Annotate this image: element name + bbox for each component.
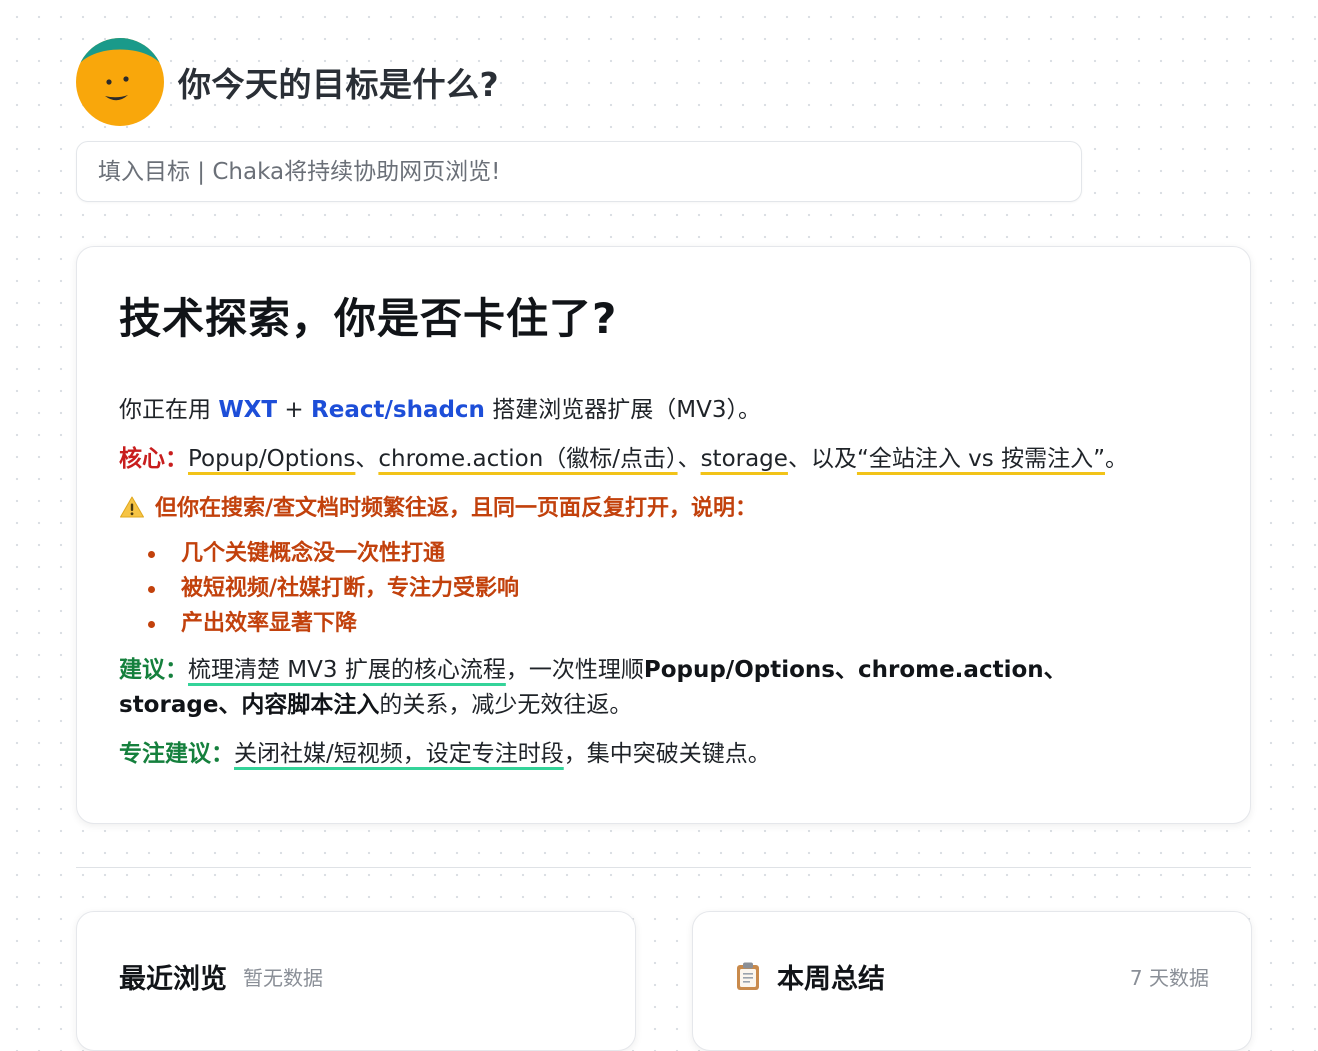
- warning-triangle-icon: [119, 495, 145, 519]
- clipboard-icon: [735, 961, 761, 991]
- core-item-popup-options: Popup/Options: [188, 446, 356, 472]
- section-divider: [76, 867, 1251, 868]
- core-item-injection: “全站注入 vs 按需注入”: [856, 446, 1105, 472]
- keyword-react-shadcn: React/shadcn: [311, 397, 485, 423]
- intro-text: 你正在用 WXT + React/shadcn 搭建浏览器扩展（MV3）。: [119, 393, 1208, 428]
- warning-message: 但你在搜索/查文档时频繁往返，且同一页面反复打开，说明：: [155, 496, 758, 521]
- list-item: 产出效率显著下降: [119, 606, 1208, 641]
- keyword-wxt: WXT: [218, 397, 278, 423]
- page-title: 你今天的目标是什么?: [178, 65, 500, 104]
- core-text: 核心：Popup/Options、chrome.action（徽标/点击）、st…: [119, 442, 1208, 477]
- focus-highlight: 关闭社媒/短视频，设定专注时段: [234, 741, 564, 767]
- smiley-avatar-icon[interactable]: [76, 38, 164, 126]
- list-item: 几个关键概念没一次性打通: [119, 536, 1208, 571]
- weekly-title: 本周总结: [777, 963, 885, 995]
- suggestion-highlight: 梳理清楚 MV3 扩展的核心流程: [188, 657, 506, 683]
- recent-header: 最近浏览 暂无数据: [119, 956, 593, 996]
- suggestion-plain: 的关系，减少无效往返。: [379, 692, 633, 718]
- weekly-summary-card: 本周总结 7 天数据: [692, 911, 1252, 1051]
- core-end: 。: [1105, 446, 1128, 472]
- suggestion-text: 建议：梳理清楚 MV3 扩展的核心流程，一次性理顺Popup/Options、c…: [119, 653, 1119, 723]
- warning-text: 但你在搜索/查文档时频繁往返，且同一页面反复打开，说明：: [119, 491, 1208, 526]
- intro-suffix: 搭建浏览器扩展（MV3）。: [484, 397, 761, 423]
- core-sep: 、: [355, 446, 379, 472]
- insight-title: 技术探索，你是否卡住了?: [119, 294, 618, 343]
- header: 你今天的目标是什么?: [76, 38, 499, 126]
- list-item: 被短视频/社媒打断，专注力受影响: [119, 571, 1208, 606]
- core-sep: 、以及: [787, 446, 857, 472]
- focus-label: 专注建议：: [119, 741, 234, 767]
- core-item-storage: storage: [700, 446, 788, 472]
- intro-mid: +: [277, 397, 312, 423]
- focus-plain: ，集中突破关键点。: [563, 741, 771, 767]
- focus-text: 专注建议：关闭社媒/短视频，设定专注时段，集中突破关键点。: [119, 737, 1208, 772]
- suggestion-plain: ，一次性理顺: [505, 657, 644, 683]
- warning-list: 几个关键概念没一次性打通 被短视频/社媒打断，专注力受影响 产出效率显著下降: [119, 536, 1208, 641]
- recent-browsing-card: 最近浏览 暂无数据: [76, 911, 636, 1051]
- core-label: 核心：: [119, 446, 188, 472]
- core-sep: 、: [677, 446, 701, 472]
- weekly-header: 本周总结 7 天数据: [735, 956, 1209, 996]
- recent-empty-text: 暂无数据: [243, 965, 323, 990]
- recent-title: 最近浏览: [119, 963, 227, 995]
- insight-card: 技术探索，你是否卡住了? 你正在用 WXT + React/shadcn 搭建浏…: [76, 246, 1251, 824]
- core-item-chrome-action: chrome.action（徽标/点击）: [378, 446, 678, 472]
- intro-prefix: 你正在用: [119, 397, 219, 423]
- goal-input[interactable]: [76, 141, 1082, 202]
- weekly-data-range: 7 天数据: [1129, 965, 1209, 990]
- suggestion-label: 建议：: [119, 657, 188, 683]
